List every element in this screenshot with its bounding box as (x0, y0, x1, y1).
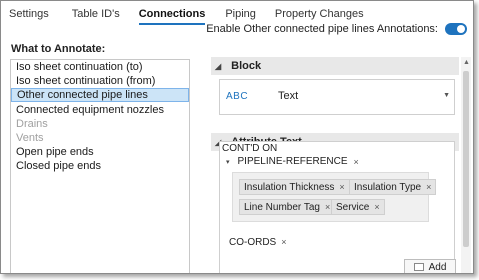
block-section-header[interactable]: ◢ Block (211, 57, 459, 75)
list-item-iso-from[interactable]: Iso sheet continuation (from) (11, 74, 189, 88)
tab-settings[interactable]: Settings (9, 7, 49, 25)
coords-label: CO-ORDS (229, 237, 277, 248)
annotate-list: Iso sheet continuation (to) Iso sheet co… (10, 59, 190, 273)
remove-icon[interactable]: × (325, 202, 330, 212)
enable-toggle[interactable] (445, 23, 467, 35)
chip-insulation-thickness[interactable]: Insulation Thickness × (239, 179, 350, 195)
attribute-text-editor[interactable]: CONT'D ON ▾ PIPELINE-REFERENCE × Insulat… (219, 141, 455, 273)
chip-service[interactable]: Service × (331, 199, 385, 215)
chip-label: Insulation Type (354, 182, 422, 193)
vertical-scrollbar[interactable]: ▲ (461, 57, 471, 273)
chip-line-number-tag[interactable]: Line Number Tag × (239, 199, 336, 215)
settings-pane: ◢ Block ABC Text ▼ ◢ Attribute Text CONT… (211, 57, 473, 273)
toggle-knob (457, 25, 465, 33)
list-item-drains: Drains (16, 117, 48, 130)
collapse-triangle-icon: ◢ (215, 61, 222, 71)
dialog-panel: Settings Table ID's Connections Piping P… (0, 0, 474, 274)
what-to-annotate-label: What to Annotate: (11, 43, 106, 55)
add-button-label: Add (428, 261, 447, 273)
list-item-open-pipe-ends[interactable]: Open pipe ends (11, 145, 189, 159)
expand-triangle-icon[interactable]: ▾ (226, 158, 230, 166)
attribute-chips-container: Insulation Thickness × Insulation Type × L… (232, 172, 437, 222)
remove-icon[interactable]: × (354, 157, 359, 167)
add-icon (413, 263, 424, 271)
pipeline-reference-label: PIPELINE-REFERENCE (237, 156, 348, 167)
dropdown-arrow-icon: ▼ (443, 92, 450, 99)
remove-icon[interactable]: × (281, 237, 286, 247)
pipeline-reference-group[interactable]: ▾ PIPELINE-REFERENCE × (226, 156, 359, 167)
text-type-icon: ABC (226, 91, 249, 102)
list-item-other-connected-pipe-lines[interactable]: Other connected pipe lines (11, 88, 189, 103)
chip-insulation-type[interactable]: Insulation Type × (349, 179, 437, 195)
scroll-up-icon[interactable]: ▲ (463, 59, 470, 66)
list-item-vents: Vents (16, 131, 44, 144)
chip-label: Line Number Tag (244, 202, 320, 213)
tab-table-ids[interactable]: Table ID's (72, 7, 120, 25)
remove-icon[interactable]: × (339, 182, 344, 192)
contd-on-text: CONT'D ON (222, 143, 278, 154)
remove-icon[interactable]: × (426, 182, 431, 192)
list-item-connected-equipment-nozzles[interactable]: Connected equipment nozzles (11, 103, 189, 117)
scrollbar-thumb[interactable] (463, 71, 469, 247)
enable-row: Enable Other connected pipe lines Annota… (206, 23, 467, 35)
add-button[interactable]: Add (404, 259, 456, 273)
chip-label: Insulation Thickness (244, 182, 335, 193)
list-item-iso-to[interactable]: Iso sheet continuation (to) (11, 60, 189, 74)
block-select-value: Text (278, 90, 299, 102)
enable-label: Enable Other connected pipe lines Annota… (206, 23, 438, 35)
chip-label: Service (336, 202, 370, 213)
tab-connections[interactable]: Connections (138, 7, 206, 25)
coords-token[interactable]: CO-ORDS × (229, 237, 287, 248)
block-header-label: Block (231, 60, 262, 72)
list-item-closed-pipe-ends[interactable]: Closed pipe ends (11, 159, 189, 173)
block-select[interactable]: ABC Text ▼ (219, 79, 455, 115)
remove-icon[interactable]: × (374, 202, 379, 212)
